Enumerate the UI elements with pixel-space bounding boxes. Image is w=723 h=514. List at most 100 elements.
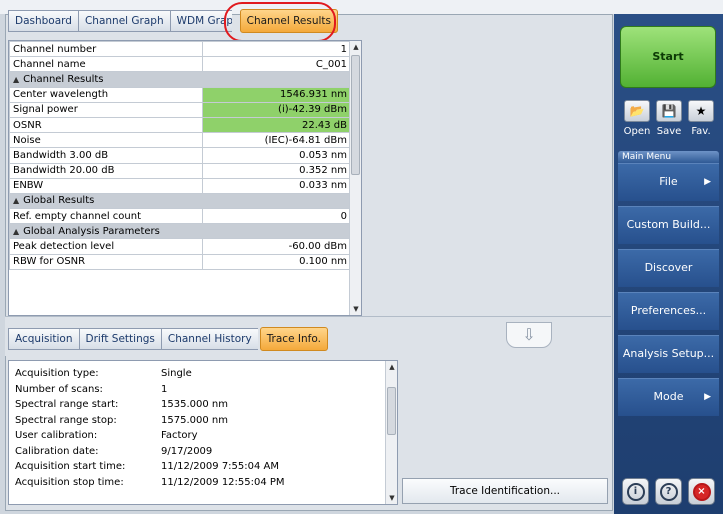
table-row: Channel number 1 bbox=[9, 41, 351, 58]
row-label: Channel number bbox=[9, 41, 203, 58]
row-label: Ref. empty channel count bbox=[9, 208, 203, 225]
row-value: C_001 bbox=[202, 56, 351, 73]
tab-wdm-graph[interactable]: WDM Graph bbox=[169, 10, 232, 32]
open-label: Open bbox=[623, 126, 651, 137]
section-header[interactable]: ▲ Global Analysis Parameters bbox=[9, 223, 351, 240]
row-value: 0.352 nm bbox=[202, 162, 351, 179]
trace-identification-button[interactable]: Trace Identification... bbox=[402, 478, 608, 504]
trace-info-value: Single bbox=[161, 368, 192, 379]
fav-label: Fav. bbox=[691, 126, 711, 137]
trace-info-panel: Acquisition type: Single Number of scans: 1… bbox=[8, 360, 398, 505]
menu-item-analysis-setup[interactable]: Analysis Setup... bbox=[618, 335, 719, 373]
section-header[interactable]: ▲ Global Results bbox=[9, 192, 351, 210]
scroll-up-icon[interactable]: ▲ bbox=[386, 361, 397, 373]
tab-trace-info[interactable]: Trace Info. bbox=[259, 327, 328, 351]
trace-info-value: 11/12/2009 12:55:04 PM bbox=[161, 476, 285, 488]
info-icon[interactable]: i bbox=[622, 478, 649, 505]
table-row: OSNR 22.43 dB bbox=[9, 116, 351, 134]
menu-item-label: File bbox=[659, 175, 678, 188]
section-title: Global Analysis Parameters bbox=[23, 225, 160, 237]
tab-channel-results[interactable]: Channel Results bbox=[239, 9, 338, 33]
tab-drift-settings[interactable]: Drift Settings bbox=[78, 328, 161, 350]
row-label: Noise bbox=[9, 132, 203, 149]
trace-info-label: Spectral range start: bbox=[15, 399, 119, 410]
row-label: Channel name bbox=[9, 56, 203, 73]
trace-info-value: Factory bbox=[161, 430, 198, 441]
table-row: Bandwidth 3.00 dB 0.053 nm bbox=[9, 147, 351, 164]
trace-info-value: 1535.000 nm bbox=[161, 399, 228, 410]
collapse-caret-icon[interactable]: ▲ bbox=[13, 196, 19, 205]
table-row: Bandwidth 20.00 dB 0.352 nm bbox=[9, 162, 351, 179]
top-tab-bar: Dashboard Channel Graph WDM Graph Channe… bbox=[8, 6, 338, 36]
trace-info-label: Acquisition type: bbox=[15, 368, 99, 379]
scroll-thumb[interactable] bbox=[387, 387, 396, 435]
menu-item-mode[interactable]: Mode ▶ bbox=[618, 378, 719, 416]
start-button[interactable]: Start bbox=[620, 26, 716, 88]
trace-info-value: 1 bbox=[161, 383, 168, 395]
menu-item-file[interactable]: File ▶ bbox=[618, 163, 719, 201]
row-label: OSNR bbox=[9, 116, 203, 134]
app-window: Dashboard Channel Graph WDM Graph Channe… bbox=[0, 0, 723, 514]
row-label: Center wavelength bbox=[9, 86, 203, 103]
row-value: 22.43 dB bbox=[202, 116, 351, 134]
save-label: Save bbox=[656, 126, 682, 137]
row-value: -60.00 dBm bbox=[202, 238, 351, 255]
row-value: (i)-42.39 dBm bbox=[202, 101, 351, 118]
star-icon[interactable]: ★ bbox=[688, 100, 714, 122]
results-scrollbar[interactable]: ▲ ▼ bbox=[349, 41, 361, 315]
save-icon[interactable]: 💾 bbox=[656, 100, 682, 122]
table-row: Signal power (i)-42.39 dBm bbox=[9, 101, 351, 118]
tab-acquisition[interactable]: Acquisition bbox=[8, 328, 79, 350]
row-value: 0.100 nm bbox=[202, 253, 351, 270]
table-row: Ref. empty channel count 0 bbox=[9, 208, 351, 225]
trace-info-label: Acquisition start time: bbox=[15, 461, 126, 472]
trace-scrollbar[interactable]: ▲ ▼ bbox=[385, 361, 397, 504]
menu-item-preferences[interactable]: Preferences... bbox=[618, 292, 719, 330]
trace-info-value: 1575.000 nm bbox=[161, 414, 228, 426]
close-icon[interactable]: × bbox=[688, 478, 715, 505]
row-label: ENBW bbox=[9, 177, 203, 194]
trace-info-label: Spectral range stop: bbox=[15, 414, 117, 426]
row-label: Signal power bbox=[9, 101, 203, 118]
menu-item-label: Preferences... bbox=[630, 304, 707, 317]
trace-info-row: User calibration: Factory bbox=[15, 430, 198, 441]
collapse-arrow-icon[interactable]: ⇩ bbox=[506, 322, 552, 348]
row-label: Bandwidth 3.00 dB bbox=[9, 147, 203, 164]
trace-info-row: Acquisition type: Single bbox=[15, 368, 192, 379]
help-icon[interactable]: ? bbox=[655, 478, 682, 505]
row-label: RBW for OSNR bbox=[9, 253, 203, 270]
section-header[interactable]: ▲ Channel Results bbox=[9, 71, 351, 88]
scroll-down-icon[interactable]: ▼ bbox=[350, 303, 361, 315]
collapse-caret-icon[interactable]: ▲ bbox=[13, 75, 19, 84]
tab-dashboard[interactable]: Dashboard bbox=[8, 10, 78, 32]
trace-info-value: 9/17/2009 bbox=[161, 445, 213, 457]
trace-info-label: Acquisition stop time: bbox=[15, 476, 124, 488]
row-value: 1546.931 nm bbox=[202, 86, 351, 103]
scroll-up-icon[interactable]: ▲ bbox=[350, 41, 361, 53]
menu-item-custom-build[interactable]: Custom Build... bbox=[618, 206, 719, 244]
trace-info-row: Spectral range stop: 1575.000 nm bbox=[15, 415, 228, 426]
row-value: 0.053 nm bbox=[202, 147, 351, 164]
scroll-thumb[interactable] bbox=[351, 55, 360, 175]
menu-item-discover[interactable]: Discover bbox=[618, 249, 719, 287]
row-value: 0.033 nm bbox=[202, 177, 351, 194]
tab-channel-history[interactable]: Channel History bbox=[160, 328, 258, 350]
trace-info-row: Spectral range start: 1535.000 nm bbox=[15, 399, 228, 410]
table-row: Channel name C_001 bbox=[9, 56, 351, 73]
collapse-caret-icon[interactable]: ▲ bbox=[13, 227, 19, 236]
submenu-arrow-icon: ▶ bbox=[704, 392, 711, 402]
menu-item-label: Mode bbox=[653, 390, 684, 403]
section-label: ▲ Global Analysis Parameters bbox=[9, 223, 351, 240]
submenu-arrow-icon: ▶ bbox=[704, 177, 711, 187]
table-row: RBW for OSNR 0.100 nm bbox=[9, 253, 351, 270]
scroll-down-icon[interactable]: ▼ bbox=[386, 492, 397, 504]
tab-channel-graph[interactable]: Channel Graph bbox=[77, 10, 170, 32]
trace-info-row: Acquisition start time: 11/12/2009 7:55:0… bbox=[15, 461, 279, 472]
section-title: Global Results bbox=[23, 195, 95, 207]
trace-info-row: Acquisition stop time: 11/12/2009 12:55:0… bbox=[15, 477, 285, 488]
table-row: ENBW 0.033 nm bbox=[9, 177, 351, 194]
section-title: Channel Results bbox=[23, 73, 104, 85]
menu-item-label: Analysis Setup... bbox=[622, 347, 715, 360]
folder-open-icon[interactable]: 📂 bbox=[624, 100, 650, 122]
table-row: Peak detection level -60.00 dBm bbox=[9, 238, 351, 255]
